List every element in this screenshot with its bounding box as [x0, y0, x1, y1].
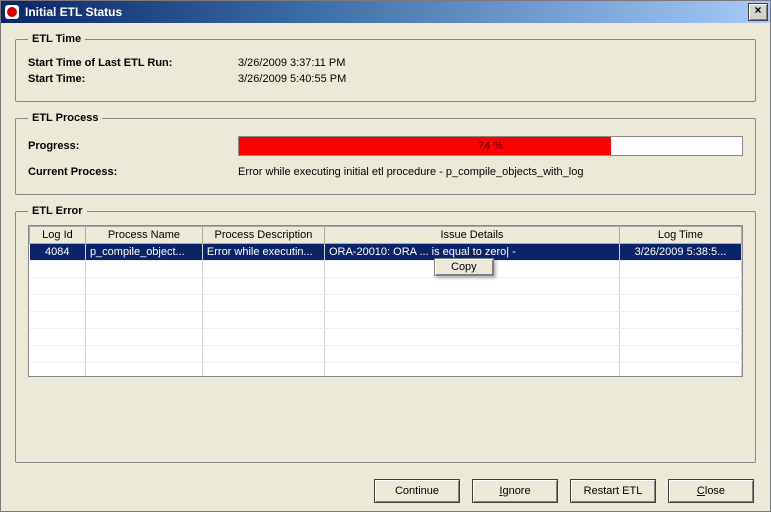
etl-process-group: ETL Process Progress: 74 % Current Proce… — [15, 112, 756, 195]
progress-label: Progress: — [28, 140, 238, 152]
oracle-icon — [5, 5, 19, 19]
cell-process-name: p_compile_object... — [85, 244, 202, 261]
col-header-process-description[interactable]: Process Description — [202, 227, 324, 244]
etl-time-legend: ETL Time — [28, 33, 85, 45]
progress-bar: 74 % — [238, 136, 743, 156]
progress-text: 74 % — [239, 137, 742, 155]
table-row[interactable] — [30, 312, 742, 329]
table-row[interactable] — [30, 363, 742, 378]
restart-etl-button[interactable]: Restart ETL — [570, 479, 656, 503]
context-menu-copy[interactable]: Copy — [434, 258, 494, 276]
etl-error-group: ETL Error Log Id Process Name Process De… — [15, 205, 756, 463]
cell-process-description: Error while executin... — [202, 244, 324, 261]
titlebar: Initial ETL Status × — [1, 1, 770, 23]
table-row[interactable] — [30, 295, 742, 312]
last-run-value: 3/26/2009 3:37:11 PM — [238, 57, 743, 69]
cell-log-id: 4084 — [30, 244, 86, 261]
error-table-area: Log Id Process Name Process Description … — [28, 225, 743, 377]
col-header-log-id[interactable]: Log Id — [30, 227, 86, 244]
ignore-button[interactable]: Ignore — [472, 479, 558, 503]
current-process-value: Error while executing initial etl proced… — [238, 166, 743, 178]
table-row[interactable] — [30, 346, 742, 363]
continue-button[interactable]: Continue — [374, 479, 460, 503]
button-bar: Continue Ignore Restart ETL Close — [15, 473, 756, 503]
content-area: ETL Time Start Time of Last ETL Run: 3/2… — [1, 23, 770, 511]
window-title: Initial ETL Status — [25, 5, 748, 19]
cell-log-time: 3/26/2009 5:38:5... — [619, 244, 741, 261]
etl-error-legend: ETL Error — [28, 205, 87, 217]
close-button[interactable]: Close — [668, 479, 754, 503]
last-run-label: Start Time of Last ETL Run: — [28, 57, 238, 69]
table-row[interactable]: 4084 p_compile_object... Error while exe… — [30, 244, 742, 261]
table-row[interactable] — [30, 278, 742, 295]
start-time-value: 3/26/2009 5:40:55 PM — [238, 73, 743, 85]
col-header-log-time[interactable]: Log Time — [619, 227, 741, 244]
col-header-process-name[interactable]: Process Name — [85, 227, 202, 244]
col-header-issue-details[interactable]: Issue Details — [324, 227, 619, 244]
current-process-label: Current Process: — [28, 166, 238, 178]
table-row[interactable] — [30, 329, 742, 346]
etl-time-group: ETL Time Start Time of Last ETL Run: 3/2… — [15, 33, 756, 102]
table-row[interactable] — [30, 261, 742, 278]
start-time-label: Start Time: — [28, 73, 238, 85]
table-header-row[interactable]: Log Id Process Name Process Description … — [30, 227, 742, 244]
close-icon[interactable]: × — [748, 3, 768, 21]
initial-etl-status-window: Initial ETL Status × ETL Time Start Time… — [0, 0, 771, 512]
error-table[interactable]: Log Id Process Name Process Description … — [29, 226, 742, 377]
etl-process-legend: ETL Process — [28, 112, 102, 124]
